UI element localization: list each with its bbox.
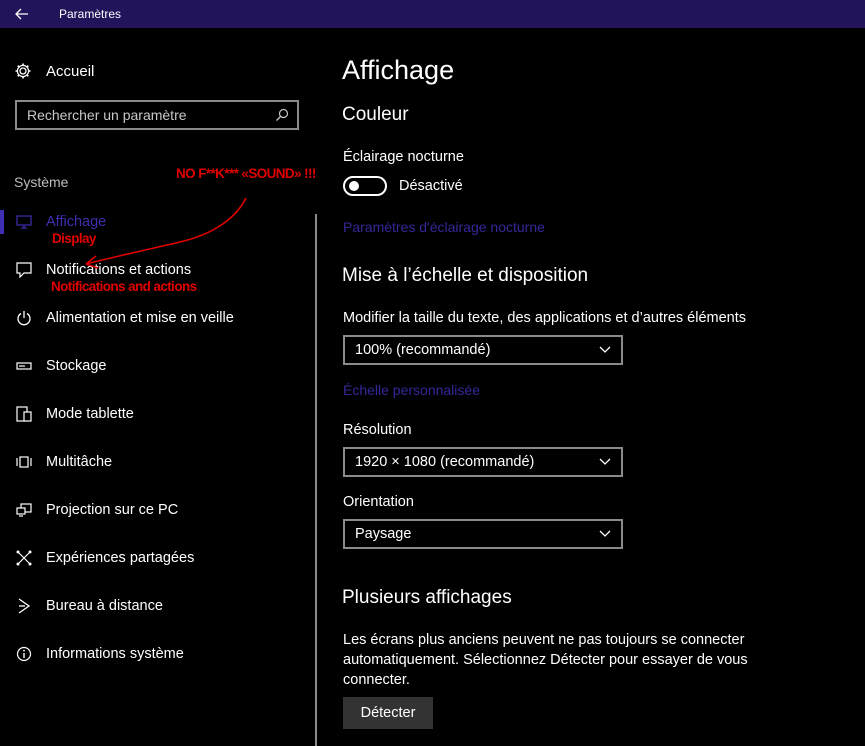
- sidebar: Accueil Système Affichage Notifications …: [0, 28, 330, 746]
- annotation-arrow: [85, 197, 247, 269]
- tablet-icon: [15, 405, 33, 423]
- sidebar-item-label: Stockage: [46, 358, 107, 374]
- multiple-displays-description: Les écrans plus anciens peuvent ne pas t…: [343, 632, 748, 688]
- sidebar-item-label: Expériences partagées: [46, 550, 195, 566]
- orientation-label: Orientation: [343, 494, 414, 510]
- resolution-label: Résolution: [343, 422, 412, 438]
- night-light-toggle[interactable]: [343, 176, 387, 196]
- chevron-down-icon: [599, 458, 611, 465]
- toggle-knob: [349, 181, 359, 191]
- remote-desktop-icon: [15, 597, 33, 615]
- sidebar-item-label: Bureau à distance: [46, 598, 163, 614]
- sidebar-item-label: Projection sur ce PC: [46, 502, 179, 518]
- section-heading-multiple-displays: Plusieurs affichages: [342, 587, 512, 608]
- multitask-icon: [15, 453, 33, 471]
- sidebar-item-multitasking[interactable]: Multitâche: [0, 440, 310, 484]
- night-light-toggle-row: Désactivé: [343, 176, 463, 196]
- night-light-settings-link[interactable]: Paramètres d'éclairage nocturne: [343, 219, 545, 235]
- orientation-value: Paysage: [355, 526, 412, 542]
- window-title: Paramètres: [59, 7, 122, 21]
- info-icon: [15, 645, 33, 663]
- storage-icon: [15, 357, 33, 375]
- resolution-dropdown[interactable]: 1920 × 1080 (recommandé): [343, 447, 623, 477]
- page-title: Affichage: [342, 55, 455, 85]
- toggle-state-label: Désactivé: [399, 178, 463, 194]
- scale-label: Modifier la taille du texte, des applica…: [343, 310, 746, 326]
- detect-button[interactable]: Détecter: [343, 697, 433, 729]
- section-heading-scale: Mise à l’échelle et disposition: [342, 265, 589, 286]
- title-bar: Paramètres: [0, 0, 865, 28]
- scale-dropdown[interactable]: 100% (recommandé): [343, 335, 623, 365]
- scale-value: 100% (recommandé): [355, 342, 491, 358]
- sidebar-item-label: Multitâche: [46, 454, 113, 470]
- section-heading-color: Couleur: [342, 104, 409, 125]
- sidebar-item-about[interactable]: Informations système: [0, 632, 310, 676]
- chevron-down-icon: [599, 346, 611, 353]
- custom-scaling-link[interactable]: Échelle personnalisée: [343, 382, 480, 398]
- sidebar-item-storage[interactable]: Stockage: [0, 344, 310, 388]
- orientation-dropdown[interactable]: Paysage: [343, 519, 623, 549]
- projection-icon: [15, 501, 33, 519]
- sidebar-item-tablet-mode[interactable]: Mode tablette: [0, 392, 310, 436]
- main-panel: Affichage Couleur Éclairage nocturne Dés…: [342, 28, 852, 746]
- sidebar-item-projection[interactable]: Projection sur ce PC: [0, 488, 310, 532]
- chevron-down-icon: [599, 530, 611, 537]
- resolution-value: 1920 × 1080 (recommandé): [355, 454, 535, 470]
- sidebar-item-remote-desktop[interactable]: Bureau à distance: [0, 584, 310, 628]
- share-icon: [15, 549, 33, 567]
- sidebar-item-label: Mode tablette: [46, 406, 134, 422]
- night-light-label: Éclairage nocturne: [343, 149, 464, 165]
- sidebar-item-shared-experiences[interactable]: Expériences partagées: [0, 536, 310, 580]
- sidebar-item-label: Informations système: [46, 646, 184, 662]
- back-arrow-icon: [15, 8, 28, 20]
- back-button[interactable]: [0, 0, 44, 28]
